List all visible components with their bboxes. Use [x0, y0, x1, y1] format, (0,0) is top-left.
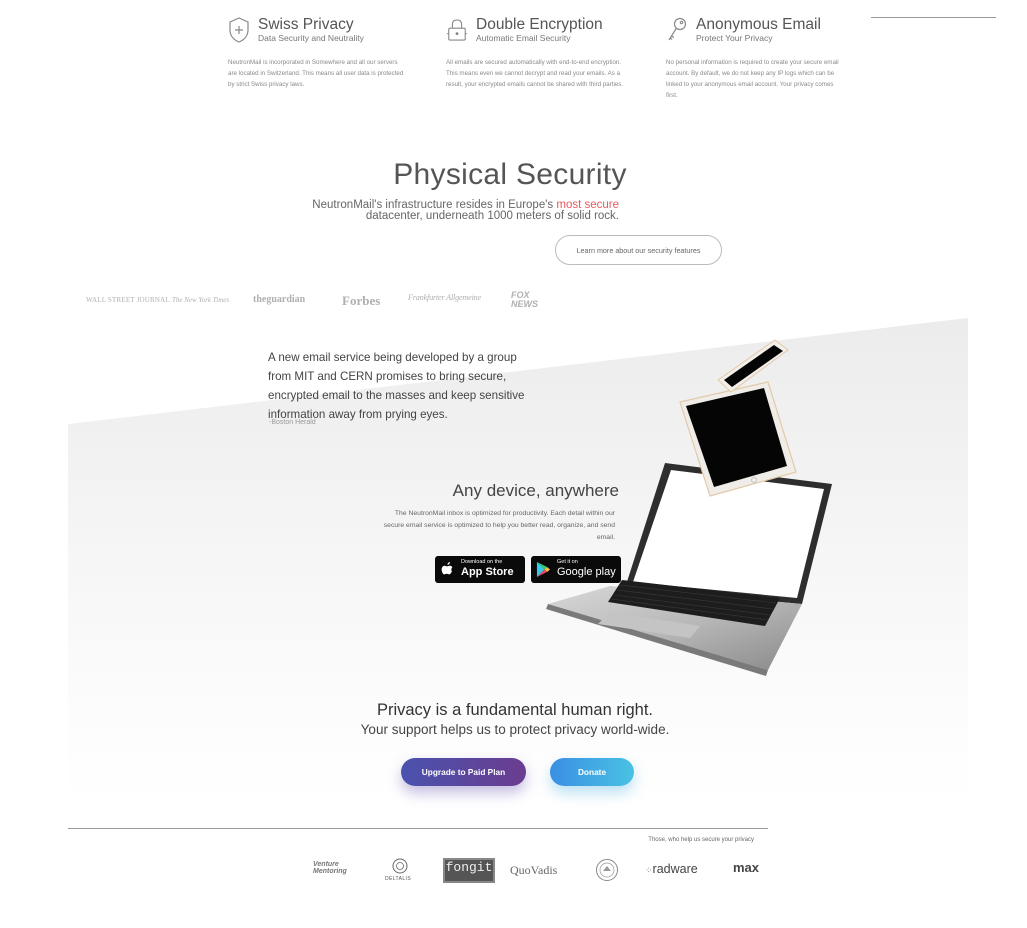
phone-screen [724, 345, 783, 387]
padlock-icon [446, 19, 468, 41]
sponsors-caption: Those, who help us secure your privacy [648, 837, 754, 843]
press-logo-nyt: The New York Times [172, 296, 230, 304]
feature-subtitle: Data Security and Neutrality [258, 33, 364, 43]
sponsor-logo-max: max [733, 860, 760, 875]
sponsor-logo-deltalis: DELTALIS [383, 857, 417, 885]
devices-title: Any device, anywhere [452, 481, 619, 500]
google-play-small-label: Get it on [557, 559, 578, 565]
devices-description: The NeutronMail inbox is optimized for p… [383, 510, 615, 541]
feature-description: NeutronMail is incorporated in Somewhere… [228, 59, 404, 88]
sponsor-logo-quovadis: QuoVadis [510, 863, 558, 877]
sponsor-logo-fongit: fongit [443, 858, 495, 883]
feature-subtitle: Automatic Email Security [476, 33, 571, 43]
privacy-subtitle: Your support helps us to protect privacy… [360, 722, 670, 737]
upgrade-button[interactable]: Upgrade to Paid Plan [401, 758, 526, 786]
app-store-button[interactable]: Download on the App Store [435, 556, 525, 583]
press-quote: A new email service being developed by a… [268, 351, 525, 421]
physical-security-text-end: datacenter, underneath 1000 meters of so… [365, 210, 619, 222]
physical-security-title: Physical Security [393, 158, 627, 191]
donate-button[interactable]: Donate [550, 758, 634, 786]
app-store-label: App Store [461, 566, 514, 578]
press-logo-faz: Frankfurter Allgemeine [408, 293, 481, 302]
shield-plus-icon [229, 17, 249, 43]
sponsor-seal-icon [596, 859, 618, 881]
physical-security-text: NeutronMail's infrastructure resides in … [290, 199, 619, 222]
apple-icon [441, 562, 453, 575]
feature-description: No personal information is required to c… [666, 59, 839, 99]
feature-description: All emails are secured automatically wit… [446, 59, 624, 88]
deltalis-label: DELTALIS [385, 876, 412, 882]
privacy-title: Privacy is a fundamental human right. [376, 701, 654, 719]
key-icon [668, 17, 687, 41]
feature-subtitle: Protect Your Privacy [696, 33, 773, 43]
google-play-icon [536, 562, 551, 577]
top-divider [871, 17, 996, 18]
press-logo-fox: FOX NEWS [511, 290, 538, 309]
learn-more-security-button[interactable]: Learn more about our security features [555, 235, 722, 265]
radware-dots-icon: ⁘ [645, 865, 653, 875]
feature-title: Double Encryption [476, 16, 603, 33]
sponsors-divider [68, 828, 768, 829]
sponsor-logo-venture-mentoring: Venture Mentoring [313, 861, 347, 875]
press-logo-guardian: theguardian [253, 294, 306, 305]
google-play-label: Google play [557, 566, 616, 578]
app-store-small-label: Download on the [461, 559, 503, 565]
feature-title: Anonymous Email [696, 16, 821, 33]
radware-label: radware [652, 862, 698, 876]
press-logo-forbes: Forbes [342, 293, 381, 308]
press-logo-wsj: WALL STREET JOURNAL [86, 296, 170, 304]
devices-illustration [546, 339, 832, 676]
sponsor-logo-radware: ⁘radware [645, 862, 698, 876]
feature-title: Swiss Privacy [258, 16, 354, 33]
google-play-button[interactable]: Get it on Google play [531, 556, 621, 583]
quote-source: -Boston Herald [269, 419, 316, 426]
